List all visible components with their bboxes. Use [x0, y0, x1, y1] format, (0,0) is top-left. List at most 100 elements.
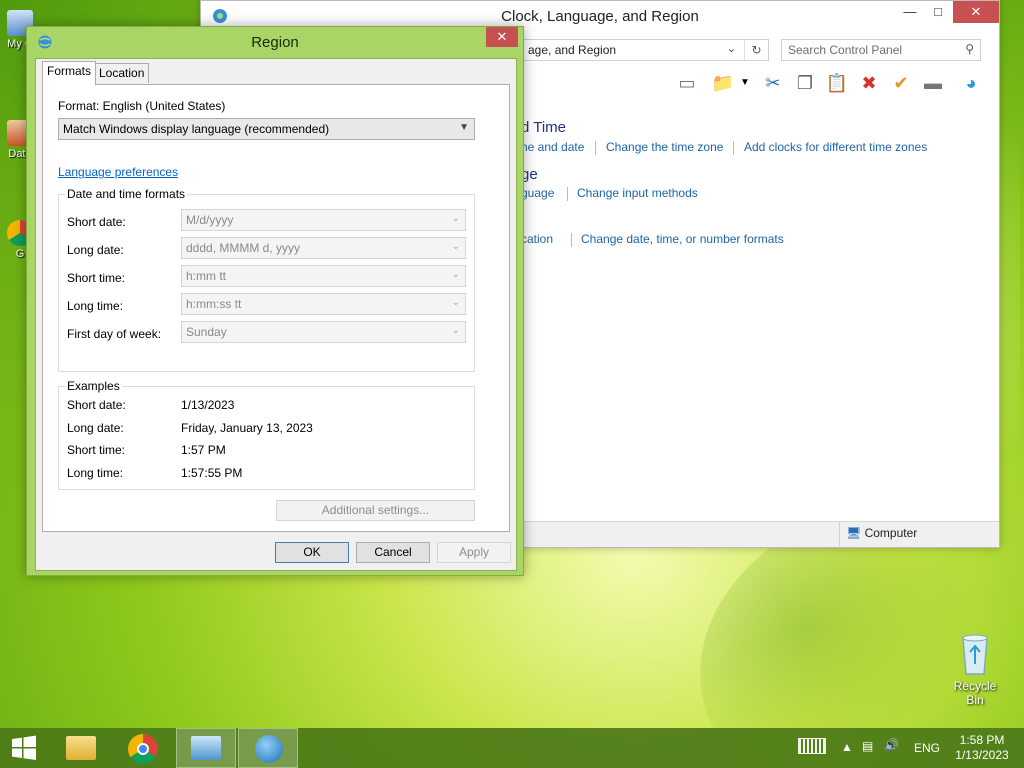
taskbar-file-explorer[interactable] — [52, 728, 112, 768]
region-dialog: Region ✕ Formats Location Format: Englis… — [26, 26, 524, 576]
taskbar: ▲ ▤ 🔊 ENG — [0, 728, 1024, 768]
example-short-time-label: Short time: — [67, 443, 126, 457]
link-add-language[interactable]: guage — [521, 186, 554, 200]
clock-date: 1/13/2023 — [955, 748, 1009, 762]
chevron-down-icon: ⌄ — [451, 269, 460, 280]
format-select-value: Match Windows display language (recommen… — [63, 122, 330, 136]
chevron-down-icon: ▼ — [459, 122, 469, 133]
paste-icon[interactable]: 📋 — [825, 71, 849, 95]
taskbar-chrome[interactable] — [114, 728, 174, 768]
short-date-select[interactable]: M/d/yyyy ⌄ — [181, 209, 466, 231]
touch-keyboard-icon[interactable] — [798, 738, 826, 754]
link-add-clocks[interactable]: Add clocks for different time zones — [744, 140, 927, 154]
format-label: Format: English (United States) — [58, 99, 226, 113]
properties-icon[interactable]: 📁 — [711, 71, 735, 95]
apply-button[interactable]: Apply — [437, 542, 511, 563]
additional-settings-button[interactable]: Additional settings... — [276, 500, 475, 521]
long-time-label: Long time: — [67, 299, 124, 313]
separator — [733, 141, 734, 155]
short-time-value: h:mm tt — [186, 269, 227, 283]
long-date-select[interactable]: dddd, MMMM d, yyyy ⌄ — [181, 237, 466, 259]
separator — [595, 141, 596, 155]
link-set-time-date[interactable]: he and date — [521, 140, 584, 154]
chevron-down-icon[interactable]: ▼ — [733, 71, 757, 95]
minimize-button[interactable]: — — [895, 1, 925, 23]
search-icon: ⚲ — [965, 42, 974, 56]
copy-icon[interactable]: ❐ — [793, 71, 817, 95]
start-button[interactable] — [0, 728, 48, 768]
date-time-formats-group: Date and time formats Short date: M/d/yy… — [58, 187, 475, 372]
computer-icon: 🖥 — [846, 526, 862, 540]
refresh-icon[interactable]: ↻ — [744, 40, 768, 60]
cut-icon[interactable]: ✂ — [761, 71, 785, 95]
search-input[interactable]: Search Control Panel ⚲ — [781, 39, 981, 61]
short-time-select[interactable]: h:mm tt ⌄ — [181, 265, 466, 287]
long-date-label: Long date: — [67, 243, 124, 257]
section-heading-date-time[interactable]: d Time — [521, 119, 566, 136]
language-preferences-link[interactable]: Language preferences — [58, 165, 178, 179]
chevron-up-icon[interactable]: ▲ — [841, 740, 853, 754]
short-date-value: M/d/yyyy — [186, 213, 234, 227]
short-time-label: Short time: — [67, 271, 126, 285]
clock[interactable]: 1:58 PM 1/13/2023 — [952, 733, 1012, 763]
address-bar[interactable]: age, and Region ⌄ ↻ — [521, 39, 769, 61]
cancel-button[interactable]: Cancel — [356, 542, 430, 563]
windows-logo-icon — [12, 735, 36, 760]
network-icon[interactable]: ▤ — [862, 739, 873, 753]
globe-icon[interactable]: ◕ — [959, 71, 983, 95]
search-placeholder: Search Control Panel — [788, 43, 903, 57]
example-long-date-value: Friday, January 13, 2023 — [181, 421, 313, 435]
example-long-time-label: Long time: — [67, 466, 124, 480]
first-day-of-week-label: First day of week: — [67, 327, 162, 341]
desktop-icon-recycle-bin[interactable]: Recycle Bin — [944, 632, 1006, 707]
cp-window-title: Clock, Language, and Region — [501, 8, 699, 25]
volume-icon[interactable]: 🔊 — [884, 738, 899, 752]
format-select[interactable]: Match Windows display language (recommen… — [58, 118, 475, 140]
example-long-date-label: Long date: — [67, 421, 124, 435]
layout-icon[interactable]: ▭ — [675, 71, 699, 95]
taskbar-control-panel[interactable] — [176, 728, 236, 768]
status-bar: 🖥 Computer — [521, 521, 999, 548]
close-button[interactable]: ✕ — [486, 27, 518, 47]
long-date-value: dddd, MMMM d, yyyy — [186, 241, 301, 255]
first-day-of-week-value: Sunday — [186, 325, 227, 339]
separator — [567, 187, 568, 201]
maximize-button[interactable]: □ — [923, 1, 953, 23]
desktop-icon-label: G — [15, 248, 25, 260]
long-time-select[interactable]: h:mm:ss tt ⌄ — [181, 293, 466, 315]
tab-formats[interactable]: Formats — [42, 61, 97, 85]
globe-clock-icon — [255, 735, 283, 763]
folder-icon — [66, 736, 96, 760]
recycle-bin-icon — [962, 634, 988, 675]
chevron-down-icon[interactable]: ⌄ — [727, 42, 736, 55]
example-short-date-label: Short date: — [67, 398, 126, 412]
chrome-icon — [128, 734, 158, 764]
taskbar-region[interactable] — [238, 728, 298, 768]
group-title: Examples — [65, 379, 122, 393]
ok-button[interactable]: OK — [275, 542, 349, 563]
group-title: Date and time formats — [65, 187, 188, 201]
status-location-text: Computer — [864, 526, 918, 540]
checkmark-icon[interactable]: ✔ — [889, 71, 913, 95]
formats-tab-page: Format: English (United States) Match Wi… — [42, 84, 510, 532]
first-day-of-week-select[interactable]: Sunday ⌄ — [181, 321, 466, 343]
clock-time: 1:58 PM — [959, 733, 1005, 747]
dialog-title: Region — [251, 34, 299, 51]
link-change-formats[interactable]: Change date, time, or number formats — [581, 232, 784, 246]
link-change-time-zone[interactable]: Change the time zone — [606, 140, 723, 154]
close-button[interactable]: ✕ — [953, 1, 999, 23]
address-text: age, and Region — [528, 43, 617, 57]
language-indicator[interactable]: ENG — [914, 741, 940, 755]
rename-icon[interactable]: ▬ — [921, 71, 945, 95]
chevron-down-icon: ⌄ — [451, 325, 460, 336]
example-short-time-value: 1:57 PM — [181, 443, 226, 457]
link-change-location[interactable]: cation — [521, 232, 553, 246]
link-change-input-methods[interactable]: Change input methods — [577, 186, 698, 200]
tab-location[interactable]: Location — [94, 63, 150, 83]
long-time-value: h:mm:ss tt — [186, 297, 242, 311]
example-long-time-value: 1:57:55 PM — [181, 466, 243, 480]
delete-icon[interactable]: ✖ — [857, 71, 881, 95]
short-date-label: Short date: — [67, 215, 126, 229]
control-panel-icon — [191, 736, 221, 760]
chevron-down-icon: ⌄ — [451, 297, 460, 308]
